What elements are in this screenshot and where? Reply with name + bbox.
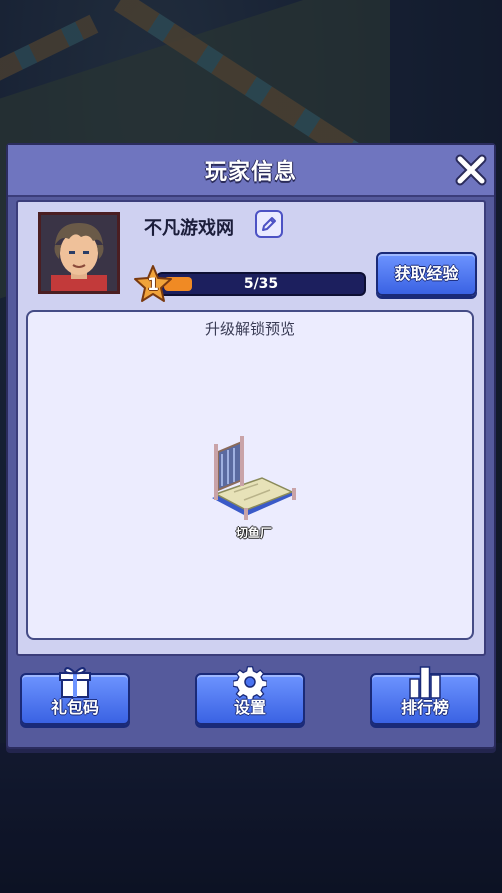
edit-name-button[interactable] [255, 210, 283, 238]
player-info-dialog: 玩家信息 不凡游戏网 5/35 1 获取经验 升级解锁预览 切鱼厂 礼包码 设置… [6, 143, 496, 749]
settings-button[interactable]: 设置 [195, 666, 305, 725]
gift-code-button[interactable]: 礼包码 [20, 667, 130, 725]
unlock-item-label: 切鱼厂 [235, 526, 272, 540]
close-button[interactable] [454, 153, 488, 187]
unlock-item[interactable]: 切鱼厂 [204, 430, 304, 540]
experience-text: 5/35 [243, 276, 279, 292]
settings-label: 设置 [233, 698, 266, 717]
ranking-button[interactable]: 排行榜 [370, 666, 480, 725]
close-icon [455, 154, 487, 186]
dialog-title: 玩家信息 [204, 160, 297, 185]
gear-icon [233, 666, 267, 699]
gift-icon [59, 667, 91, 698]
pencil-icon [262, 217, 276, 231]
get-experience-button[interactable]: 获取经验 [376, 252, 477, 296]
fish-cutting-factory-icon [212, 436, 296, 520]
avatar-portrait-icon [41, 215, 117, 291]
player-info-content: 不凡游戏网 5/35 1 获取经验 升级解锁预览 切鱼厂 [16, 200, 486, 656]
experience-bar: 5/35 [156, 272, 366, 296]
unlock-preview-title: 升级解锁预览 [204, 320, 295, 338]
leaderboard-icon [409, 666, 441, 699]
unlock-preview-panel: 升级解锁预览 切鱼厂 [26, 310, 474, 640]
ranking-label: 排行榜 [400, 698, 449, 717]
dialog-title-bar: 玩家信息 [8, 145, 494, 197]
player-avatar[interactable] [38, 212, 120, 294]
player-level: 1 [147, 275, 159, 295]
gift-code-label: 礼包码 [50, 698, 99, 717]
player-name: 不凡游戏网 [144, 218, 234, 239]
